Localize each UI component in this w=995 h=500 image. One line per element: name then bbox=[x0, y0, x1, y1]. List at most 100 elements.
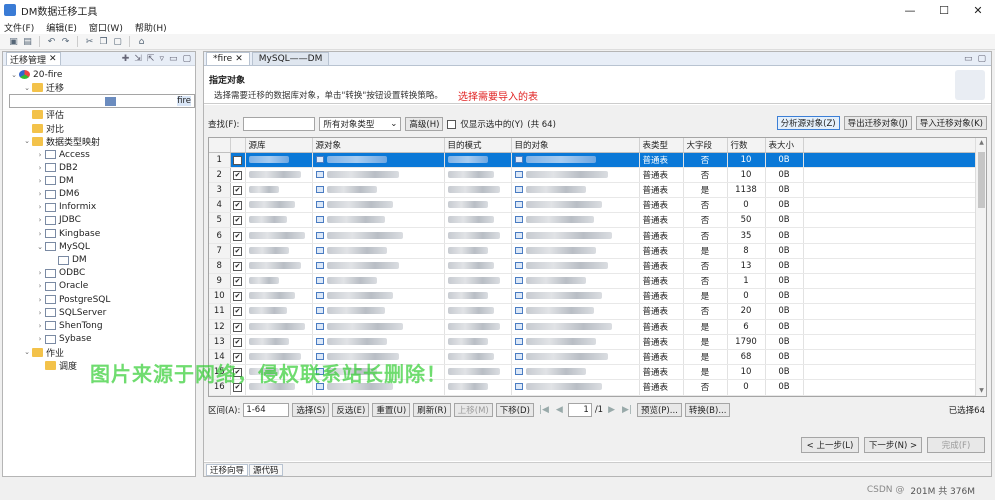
table-row[interactable]: 5 ✔ 普通表否 50 0B bbox=[209, 212, 978, 229]
tree-item[interactable]: ⌄ 数据类型映射 bbox=[9, 135, 195, 148]
chevron-down-icon[interactable]: ⌄ bbox=[22, 84, 32, 92]
row-checkbox[interactable]: ✔ bbox=[230, 227, 246, 244]
row-checkbox[interactable]: ✔ bbox=[230, 182, 246, 199]
chevron-right-icon[interactable]: › bbox=[35, 296, 45, 304]
close-button[interactable]: ✕ bbox=[961, 0, 995, 20]
table-row[interactable]: 10 ✔ 普通表是 0 0B bbox=[209, 288, 978, 305]
row-checkbox[interactable]: ✔ bbox=[230, 273, 246, 290]
column-header[interactable]: 大字段 bbox=[683, 138, 728, 153]
column-header[interactable]: 源库 bbox=[245, 138, 313, 153]
preview-button[interactable]: 预览(P)... bbox=[636, 403, 682, 417]
tree-item[interactable]: › DB2 bbox=[9, 161, 195, 174]
table-row[interactable]: 12 ✔ 普通表是 6 0B bbox=[209, 319, 978, 335]
refresh-button[interactable]: 刷新(R) bbox=[413, 403, 451, 417]
export-icon[interactable]: ⇱ bbox=[147, 54, 155, 64]
save-all-icon[interactable]: ▤ bbox=[22, 36, 33, 47]
tree-item[interactable]: › DM bbox=[9, 174, 195, 187]
tab-migration-manager[interactable]: 迁移管理 ✕ bbox=[6, 52, 61, 66]
object-type-select[interactable]: 所有对象类型 ⌄ bbox=[319, 117, 402, 131]
first-page-icon[interactable]: |◀ bbox=[539, 405, 549, 415]
tree-item[interactable]: › Informix bbox=[9, 201, 195, 214]
finish-button[interactable]: 完成(F) bbox=[927, 437, 985, 453]
check-icon[interactable]: ✔ bbox=[233, 216, 242, 226]
menu-window[interactable]: 窗口(W) bbox=[89, 21, 123, 34]
table-row[interactable]: 11 ✔ 普通表否 20 0B bbox=[209, 303, 978, 320]
chevron-down-icon[interactable]: ⌄ bbox=[35, 243, 45, 251]
tree-item[interactable]: › PostgreSQL bbox=[9, 293, 195, 306]
chevron-right-icon[interactable]: › bbox=[35, 269, 45, 277]
tree-item[interactable]: fire bbox=[9, 94, 195, 109]
import-icon[interactable]: ⇲ bbox=[134, 54, 142, 64]
tree-item[interactable]: 对比 bbox=[9, 122, 195, 135]
close-icon[interactable]: ✕ bbox=[49, 54, 57, 64]
tree-item[interactable]: › Access bbox=[9, 148, 195, 161]
previous-page-icon[interactable]: ◀ bbox=[556, 405, 563, 415]
minimize-view-icon[interactable]: ▭ bbox=[169, 54, 178, 64]
tab-mysql-dm[interactable]: MySQL——DM bbox=[251, 52, 330, 65]
menu-icon[interactable]: ▿ bbox=[159, 54, 164, 64]
check-icon[interactable]: ✔ bbox=[233, 185, 242, 195]
chevron-right-icon[interactable]: › bbox=[35, 216, 45, 224]
reset-button[interactable]: 重置(U) bbox=[372, 403, 411, 417]
chevron-right-icon[interactable]: › bbox=[35, 322, 45, 330]
tree-item[interactable]: ⌄ MySQL bbox=[9, 240, 195, 253]
minimize-view-icon[interactable]: ▭ bbox=[964, 54, 973, 64]
tree-item[interactable]: › Kingbase bbox=[9, 227, 195, 240]
cut-icon[interactable]: ✂ bbox=[84, 36, 95, 47]
redo-icon[interactable]: ↷ bbox=[60, 36, 71, 47]
chevron-right-icon[interactable]: › bbox=[35, 151, 45, 159]
menu-edit[interactable]: 编辑(E) bbox=[46, 21, 77, 34]
tree-item[interactable]: › JDBC bbox=[9, 214, 195, 227]
table-row[interactable]: 9 ✔ 普通表否 1 0B bbox=[209, 273, 978, 290]
search-input[interactable] bbox=[243, 117, 316, 131]
table-row[interactable]: 1 ✔ 普通表否 10 0B bbox=[209, 152, 978, 168]
tree-item[interactable]: DM bbox=[9, 253, 195, 266]
new-project-icon[interactable]: ✚ bbox=[122, 54, 130, 64]
menu-help[interactable]: 帮助(H) bbox=[135, 21, 167, 34]
move-up-button[interactable]: 上移(M) bbox=[453, 403, 493, 417]
table-row[interactable]: 4 ✔ 普通表否 0 0B bbox=[209, 197, 978, 214]
table-scrollbar[interactable]: ▲ ▼ bbox=[975, 138, 986, 396]
row-checkbox[interactable]: ✔ bbox=[230, 303, 246, 320]
chevron-right-icon[interactable]: › bbox=[35, 230, 45, 238]
menu-file[interactable]: 文件(F) bbox=[4, 21, 34, 34]
table-row[interactable]: 6 ✔ 普通表否 35 0B bbox=[209, 227, 978, 244]
next-page-icon[interactable]: ▶ bbox=[608, 405, 615, 415]
tree-item[interactable]: 评估 bbox=[9, 108, 195, 121]
column-header[interactable]: 表类型 bbox=[639, 138, 684, 153]
move-down-button[interactable]: 下移(D) bbox=[495, 403, 534, 417]
tree-item[interactable]: ⌄ 作业 bbox=[9, 346, 195, 359]
check-icon[interactable]: ✔ bbox=[233, 277, 242, 287]
select-button[interactable]: 选择(S) bbox=[292, 403, 330, 417]
tree-item[interactable]: › DM6 bbox=[9, 188, 195, 201]
tree-item[interactable]: › ShenTong bbox=[9, 319, 195, 332]
convert-button[interactable]: 转换(B)... bbox=[684, 403, 731, 417]
range-input[interactable]: 1-64 bbox=[243, 403, 290, 417]
column-header[interactable]: 源对象 bbox=[312, 138, 445, 153]
maximize-view-icon[interactable]: ▢ bbox=[182, 54, 191, 64]
tree-item[interactable]: ⌄ 迁移 bbox=[9, 81, 195, 94]
chevron-right-icon[interactable]: › bbox=[35, 190, 45, 198]
table-row[interactable]: 2 ✔ 普通表否 10 0B bbox=[209, 167, 978, 183]
check-icon[interactable]: ✔ bbox=[233, 307, 242, 317]
check-icon[interactable]: ✔ bbox=[233, 246, 242, 256]
only-selected-checkbox[interactable] bbox=[447, 119, 457, 129]
chevron-down-icon[interactable]: ⌄ bbox=[9, 71, 19, 79]
row-checkbox[interactable]: ✔ bbox=[230, 258, 246, 275]
row-checkbox[interactable]: ✔ bbox=[230, 212, 246, 229]
maximize-view-icon[interactable]: ▢ bbox=[977, 54, 986, 64]
tree-item[interactable]: › SQLServer bbox=[9, 306, 195, 319]
analyze-source-button[interactable]: 分析源对象(Z) bbox=[776, 116, 840, 130]
undo-icon[interactable]: ↶ bbox=[46, 36, 57, 47]
chevron-right-icon[interactable]: › bbox=[35, 309, 45, 317]
scroll-thumb[interactable] bbox=[978, 152, 985, 208]
row-checkbox[interactable]: ✔ bbox=[230, 243, 246, 259]
paste-icon[interactable]: ▢ bbox=[112, 36, 123, 47]
chevron-right-icon[interactable]: › bbox=[35, 203, 45, 211]
import-objects-button[interactable]: 导入迁移对象(K) bbox=[915, 116, 987, 130]
export-objects-button[interactable]: 导出迁移对象(J) bbox=[843, 116, 912, 130]
check-icon[interactable]: ✔ bbox=[233, 170, 242, 180]
close-icon[interactable]: ✕ bbox=[235, 54, 243, 64]
table-row[interactable]: 7 ✔ 普通表是 8 0B bbox=[209, 243, 978, 259]
tab-fire[interactable]: *fire ✕ bbox=[206, 52, 250, 65]
